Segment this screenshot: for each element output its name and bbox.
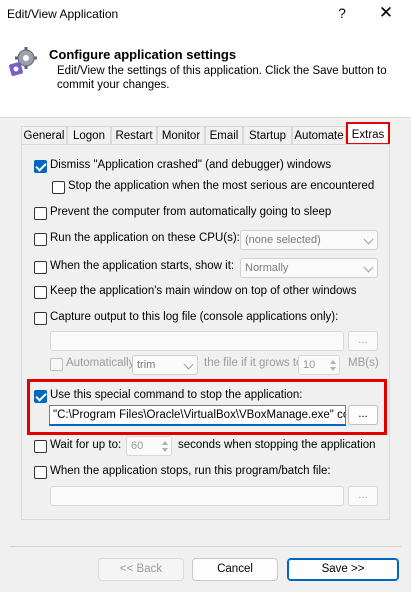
wait-seconds-spinner[interactable]: 60 (126, 436, 172, 456)
tab-general[interactable]: General (21, 126, 67, 145)
on-stop-run-checkbox[interactable] (34, 466, 47, 479)
capture-output-checkbox[interactable] (34, 312, 47, 325)
log-size-spinner[interactable]: 10 (298, 355, 340, 375)
dismiss-crash-checkbox[interactable] (34, 160, 47, 173)
spin-up-icon[interactable] (330, 360, 336, 364)
dialog-header: Configure application settings Edit/View… (0, 30, 411, 118)
tab-email[interactable]: Email (205, 126, 243, 145)
grows-label: the file if it grows to (204, 357, 303, 369)
run-on-cpus-label: Run the application on these CPU(s): (50, 232, 240, 244)
save-button[interactable]: Save >> (287, 558, 399, 581)
wait-seconds-value: 60 (131, 440, 144, 452)
show-mode-select[interactable]: Normally (240, 258, 378, 278)
header-description: Edit/View the settings of this applicati… (57, 65, 387, 91)
log-file-input[interactable] (50, 331, 344, 351)
footer-separator (10, 546, 401, 547)
log-file-browse-button[interactable]: ... (348, 331, 378, 351)
stop-command-checkbox[interactable] (34, 390, 47, 403)
tab-extras[interactable]: Extras (346, 122, 390, 145)
show-it-checkbox[interactable] (34, 261, 47, 274)
gear-settings-icon (9, 47, 37, 76)
help-button[interactable]: ? (335, 5, 349, 21)
tab-automate[interactable]: Automate (292, 126, 346, 145)
tab-startup[interactable]: Startup (243, 126, 292, 145)
show-it-label: When the application starts, show it: (50, 260, 235, 272)
cpu-select[interactable]: (none selected) (240, 230, 378, 250)
tab-restart[interactable]: Restart (111, 126, 157, 145)
log-size-unit: MB(s) (348, 357, 379, 369)
stop-command-input[interactable]: "C:\Program Files\Oracle\VirtualBox\VBox… (49, 405, 346, 426)
run-on-cpus-checkbox[interactable] (34, 233, 47, 246)
cancel-button[interactable]: Cancel (192, 558, 278, 581)
keep-on-top-label: Keep the application's main window on to… (50, 285, 357, 297)
on-stop-run-label: When the application stops, run this pro… (50, 465, 331, 477)
header-title: Configure application settings (49, 47, 237, 62)
wait-for-checkbox[interactable] (34, 440, 47, 453)
stop-on-serious-checkbox[interactable] (52, 181, 65, 194)
back-button[interactable]: << Back (98, 558, 184, 581)
cpu-select-value: (none selected) (245, 234, 321, 246)
stop-command-label: Use this special command to stop the app… (50, 389, 303, 401)
auto-trim-checkbox[interactable] (50, 358, 63, 371)
on-stop-browse-button[interactable]: ... (348, 486, 378, 506)
window-title: Edit/View Application (7, 7, 119, 21)
stop-on-serious-label: Stop the application when the most serio… (68, 180, 375, 192)
chevron-down-icon (363, 234, 374, 245)
prevent-sleep-checkbox[interactable] (34, 207, 47, 220)
spin-down-icon[interactable] (330, 367, 336, 371)
stop-command-browse-button[interactable]: ... (348, 405, 378, 425)
close-button[interactable]: ✕ (377, 3, 395, 23)
tab-logon[interactable]: Logon (67, 126, 111, 145)
auto-trim-label: Automatically (66, 357, 135, 369)
chevron-down-icon (363, 262, 374, 273)
chevron-down-icon (183, 359, 194, 370)
wait-for-label: Wait for up to: (50, 439, 122, 451)
spin-down-icon[interactable] (162, 448, 168, 452)
wait-for-suffix: seconds when stopping the application (178, 439, 376, 451)
show-mode-value: Normally (245, 262, 289, 274)
trim-mode-value: trim (137, 359, 156, 371)
title-bar: Edit/View Application ? ✕ (0, 0, 411, 30)
prevent-sleep-label: Prevent the computer from automatically … (50, 206, 332, 218)
log-size-value: 10 (303, 359, 316, 371)
on-stop-program-input[interactable] (50, 486, 344, 506)
keep-on-top-checkbox[interactable] (34, 286, 47, 299)
trim-mode-select[interactable]: trim (132, 355, 198, 375)
spin-up-icon[interactable] (162, 441, 168, 445)
dismiss-crash-label: Dismiss "Application crashed" (and debug… (50, 159, 332, 171)
tab-monitor[interactable]: Monitor (157, 126, 205, 145)
capture-output-label: Capture output to this log file (console… (50, 311, 339, 323)
